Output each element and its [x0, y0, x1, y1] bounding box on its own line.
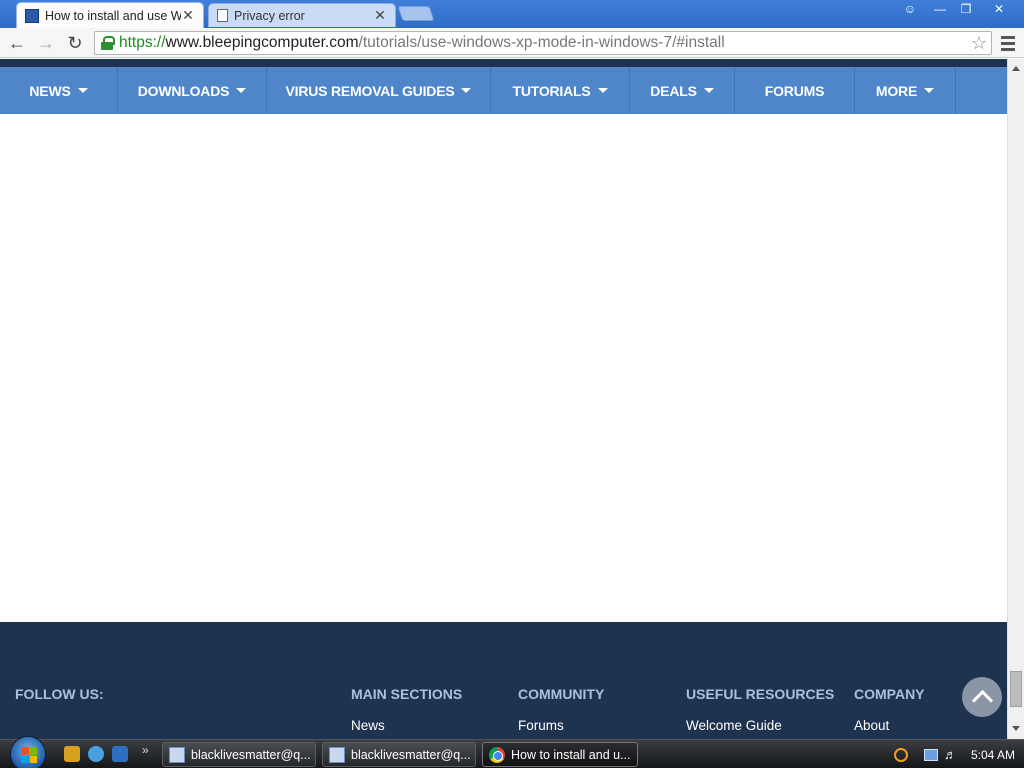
footer-heading-useful-resources: USEFUL RESOURCES: [686, 686, 835, 702]
footer-link-forums[interactable]: Forums: [518, 718, 564, 733]
footer-link-about[interactable]: About: [854, 718, 889, 733]
close-tab-icon[interactable]: ✕: [181, 7, 195, 24]
tab-title: How to install and use Wi: [45, 8, 181, 23]
volume-icon[interactable]: ♬: [944, 747, 957, 762]
chrome-icon: [489, 746, 505, 763]
follow-us-heading: FOLLOW US:: [15, 686, 104, 702]
caret-down-icon: [924, 88, 935, 93]
windows-logo-icon: [21, 747, 37, 763]
footer-heading-company: COMPANY: [854, 686, 925, 702]
caret-down-icon: [236, 88, 247, 93]
clock[interactable]: 5:04 AM: [971, 748, 1015, 762]
tab-active[interactable]: How to install and use Wi ✕: [16, 2, 204, 28]
restore-button[interactable]: ❐: [952, 0, 980, 18]
site-navigation: NEWS DOWNLOADS VIRUS REMOVAL GUIDES TUTO…: [0, 67, 1007, 114]
nav-label: MORE: [875, 82, 918, 99]
scroll-down-arrow-icon[interactable]: [1012, 726, 1020, 731]
url-host: www.bleepingcomputer.com: [165, 34, 359, 51]
bookmark-star-icon[interactable]: ☆: [971, 33, 987, 54]
browser-menu-button[interactable]: [998, 33, 1018, 53]
browser-title-bar: How to install and use Wi ✕ Privacy erro…: [0, 0, 1024, 28]
footer-link-welcome-guide[interactable]: Welcome Guide: [686, 718, 782, 733]
nav-label: VIRUS REMOVAL GUIDES: [285, 82, 455, 99]
close-tab-icon[interactable]: ✕: [373, 7, 387, 24]
forward-button[interactable]: →: [35, 32, 57, 54]
lock-icon: [101, 36, 115, 50]
caret-down-icon: [703, 88, 714, 93]
nav-forums[interactable]: FORUMS: [735, 67, 855, 114]
browser-toolbar: ← → ↻ https:// www.bleepingcomputer.com …: [0, 28, 1024, 58]
taskbar-item-active[interactable]: How to install and u...: [482, 742, 638, 767]
nav-label: DOWNLOADS: [137, 82, 230, 99]
quicklaunch-overflow-icon[interactable]: »: [142, 743, 149, 757]
show-desktop-icon[interactable]: [112, 746, 128, 762]
nav-news[interactable]: NEWS: [0, 67, 118, 114]
scrollbar-thumb[interactable]: [1010, 671, 1022, 707]
new-tab-button[interactable]: [397, 6, 435, 21]
caret-down-icon: [597, 88, 608, 93]
page-scrollbar[interactable]: [1007, 59, 1024, 739]
nav-virus-removal-guides[interactable]: VIRUS REMOVAL GUIDES: [267, 67, 491, 114]
start-button[interactable]: [10, 736, 46, 768]
scroll-to-top-button[interactable]: [962, 677, 1002, 717]
nav-label: NEWS: [29, 82, 71, 99]
web-page: NEWS DOWNLOADS VIRUS REMOVAL GUIDES TUTO…: [0, 59, 1007, 739]
address-bar[interactable]: https:// www.bleepingcomputer.com /tutor…: [94, 31, 992, 55]
document-icon: [329, 746, 345, 763]
taskbar-item[interactable]: blacklivesmatter@q...: [162, 742, 316, 767]
user-profile-icon[interactable]: ☺: [896, 0, 924, 18]
nav-tutorials[interactable]: TUTORIALS: [491, 67, 630, 114]
minimize-button[interactable]: —: [926, 0, 954, 18]
tab-title: Privacy error: [234, 8, 305, 23]
site-favicon-icon: [25, 8, 39, 23]
caret-down-icon: [461, 88, 472, 93]
header-band: [0, 59, 1007, 67]
nav-label: TUTORIALS: [512, 82, 591, 99]
nav-downloads[interactable]: DOWNLOADS: [118, 67, 267, 114]
scroll-up-arrow-icon[interactable]: [1012, 66, 1020, 71]
caret-down-icon: [77, 88, 88, 93]
taskbar-item-label: blacklivesmatter@q...: [191, 747, 311, 762]
back-button[interactable]: ←: [6, 32, 28, 54]
footer-heading-main-sections: MAIN SECTIONS: [351, 686, 463, 702]
network-icon[interactable]: [924, 748, 938, 761]
taskbar-item-label: blacklivesmatter@q...: [351, 747, 471, 762]
quicklaunch-app-icon[interactable]: [64, 746, 80, 762]
site-footer: FOLLOW US: MAIN SECTIONS COMMUNITY USEFU…: [0, 622, 1007, 739]
nav-more[interactable]: MORE: [855, 67, 956, 114]
search-icon[interactable]: [894, 747, 908, 762]
url-scheme: https://: [119, 34, 166, 51]
quicklaunch-browser-icon[interactable]: [88, 746, 104, 762]
reload-button[interactable]: ↻: [64, 32, 86, 54]
system-tray: ♬ 5:04 AM: [884, 742, 1024, 767]
taskbar-item-label: How to install and u...: [511, 747, 631, 762]
nav-label: DEALS: [650, 82, 697, 99]
footer-heading-community: COMMUNITY: [518, 686, 605, 702]
document-favicon-icon: [217, 9, 228, 22]
windows-taskbar: » blacklivesmatter@q... blacklivesmatter…: [0, 736, 1024, 768]
url-path: /tutorials/use-windows-xp-mode-in-window…: [358, 34, 725, 51]
nav-deals[interactable]: DEALS: [630, 67, 735, 114]
taskbar-item[interactable]: blacklivesmatter@q...: [322, 742, 476, 767]
document-icon: [169, 746, 185, 763]
footer-link-news[interactable]: News: [351, 718, 385, 733]
tab-privacy-error[interactable]: Privacy error ✕: [208, 3, 396, 27]
nav-label: FORUMS: [764, 82, 825, 99]
close-window-button[interactable]: ✕: [980, 0, 1018, 18]
